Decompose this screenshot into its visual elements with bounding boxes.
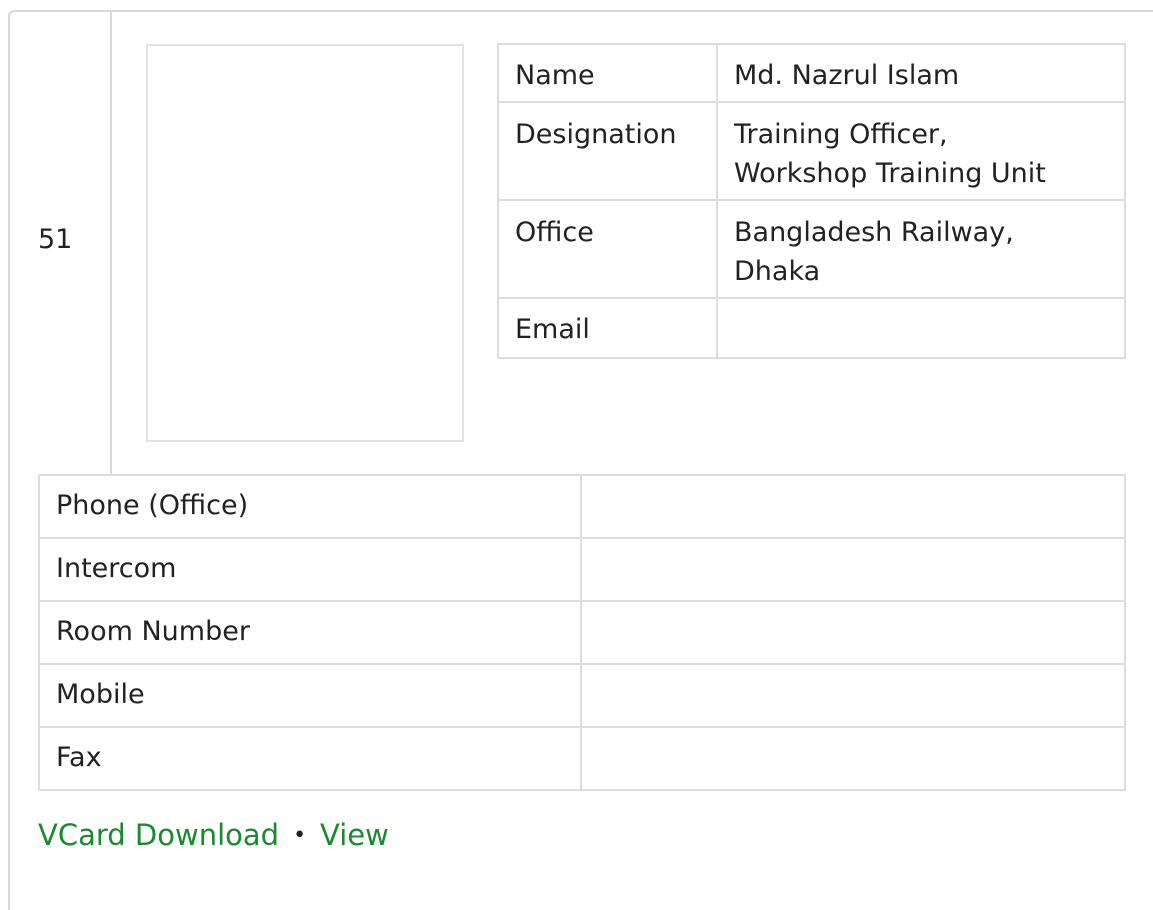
officer-info-table: Name Md. Nazrul Islam Designation Traini… (497, 43, 1126, 359)
view-link[interactable]: View (320, 818, 389, 852)
table-row: Name Md. Nazrul Islam (497, 43, 1126, 103)
room-number-label: Room Number (38, 600, 582, 665)
table-row: Designation Training Officer, Workshop T… (497, 101, 1126, 201)
table-row: Office Bangladesh Railway, Dhaka (497, 199, 1126, 299)
office-label: Office (497, 199, 718, 299)
name-label: Name (497, 43, 718, 103)
office-value: Bangladesh Railway, Dhaka (716, 199, 1126, 299)
room-number-value (580, 600, 1126, 665)
office-line-2: Dhaka (734, 256, 821, 287)
serial-number: 51 (38, 224, 73, 255)
fax-label: Fax (38, 726, 582, 791)
designation-line-2: Workshop Training Unit (734, 158, 1046, 189)
email-label: Email (497, 297, 718, 359)
table-row: Phone (Office) (38, 474, 1126, 539)
table-row: Intercom (38, 537, 1126, 602)
designation-line-1: Training Officer, (734, 119, 948, 150)
table-row: Mobile (38, 663, 1126, 728)
vcard-download-link[interactable]: VCard Download (38, 818, 279, 852)
card-links: VCard Download • View (38, 818, 389, 852)
intercom-value (580, 537, 1126, 602)
column-divider (110, 10, 112, 474)
email-value[interactable] (716, 297, 1126, 359)
office-line-1: Bangladesh Railway, (734, 217, 1014, 248)
designation-label: Designation (497, 101, 718, 201)
table-row: Email (497, 297, 1126, 359)
mobile-label: Mobile (38, 663, 582, 728)
table-row: Room Number (38, 600, 1126, 665)
phone-office-value (580, 474, 1126, 539)
name-value: Md. Nazrul Islam (716, 43, 1126, 103)
fax-value (580, 726, 1126, 791)
mobile-value (580, 663, 1126, 728)
contact-table: Phone (Office) Intercom Room Number Mobi… (38, 474, 1126, 791)
designation-value: Training Officer, Workshop Training Unit (716, 101, 1126, 201)
intercom-label: Intercom (38, 537, 582, 602)
phone-office-label: Phone (Office) (38, 474, 582, 539)
officer-photo (146, 44, 464, 442)
link-separator: • (293, 823, 307, 848)
table-row: Fax (38, 726, 1126, 791)
